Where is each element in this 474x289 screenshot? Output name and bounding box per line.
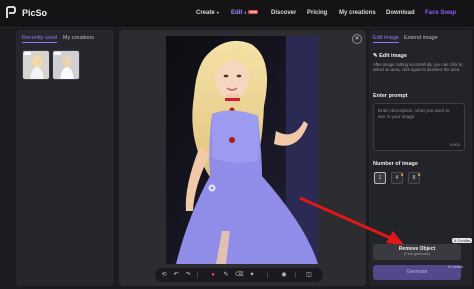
number-option-8-label: 8 <box>412 175 416 181</box>
compare-icon[interactable]: ◫ <box>305 271 313 279</box>
prompt-placeholder: Enter description, what you want to see … <box>378 108 450 119</box>
tab-my-creations[interactable]: My creations <box>63 35 94 43</box>
nav-edit-label: Edit <box>231 10 243 16</box>
remove-object-sublabel: (Fast generate) <box>404 252 430 256</box>
number-option-4[interactable]: 4 ♛ <box>391 172 404 184</box>
remove-object-button[interactable]: Remove Object (Fast generate) <box>373 244 461 260</box>
number-of-image-label: Number of image <box>373 161 418 167</box>
chevron-down-icon: ▾ <box>244 10 247 15</box>
app-name: PicSo <box>22 8 48 18</box>
right-panel-tabs: Edit image Extend image <box>373 35 438 43</box>
brush-icon[interactable]: ✎ <box>222 271 230 279</box>
nav-create[interactable]: Create ▾ <box>196 10 219 16</box>
recent-thumbnail[interactable] <box>22 50 50 80</box>
left-panel-tabs: Recently used My creations <box>22 35 94 43</box>
edit-image-title-text: Edit image <box>379 53 407 59</box>
wand-icon: ✎ <box>373 53 378 59</box>
undo-icon[interactable]: ↶ <box>172 271 180 279</box>
close-button[interactable]: ✕ <box>352 34 362 44</box>
crown-icon: ♛ <box>400 172 404 177</box>
nav-download[interactable]: Download <box>386 10 415 16</box>
reset-icon[interactable]: ⟲ <box>160 271 168 279</box>
canvas-toolbar: ⟲ ↶ ↷ ● ✎ ⌫ ✦ ◉ ◫ <box>155 268 323 282</box>
nav-my-creations[interactable]: My creations <box>339 10 376 16</box>
nav-pricing[interactable]: Pricing <box>307 10 327 16</box>
tab-recently-used[interactable]: Recently used <box>22 35 57 43</box>
number-option-4-label: 4 <box>395 175 399 181</box>
edit-hint: After image cutting successfully, you ca… <box>373 62 463 72</box>
eraser-icon[interactable]: ⌫ <box>235 271 243 279</box>
edit-image-title: ✎ Edit image <box>373 53 407 59</box>
app-logo[interactable]: PicSo <box>6 6 47 20</box>
left-panel: Recently used My creations <box>16 30 114 286</box>
nav-discover[interactable]: Discover <box>271 10 296 16</box>
remove-credits-badge: 5 Credits <box>452 238 473 243</box>
edited-image[interactable] <box>166 36 318 264</box>
picso-logo-icon <box>6 6 18 20</box>
generate-credits: 5 Credits <box>448 265 464 269</box>
tab-extend-image[interactable]: Extend image <box>404 35 438 43</box>
prompt-input[interactable]: Enter description, what you want to see … <box>373 103 465 151</box>
crown-icon: ♛ <box>417 172 421 177</box>
chevron-down-icon: ▾ <box>216 10 219 15</box>
magic-icon[interactable]: ✦ <box>248 271 256 279</box>
new-badge: new <box>248 10 259 14</box>
prompt-label: Enter prompt <box>373 93 408 99</box>
tab-edit-image[interactable]: Edit image <box>373 35 399 43</box>
recent-thumbnail[interactable] <box>52 50 80 80</box>
prompt-char-counter: 0/500 <box>449 142 460 147</box>
close-icon: ✕ <box>354 36 360 42</box>
nav-face-swap[interactable]: Face Swap <box>425 10 456 16</box>
redo-icon[interactable]: ↷ <box>184 271 192 279</box>
record-icon[interactable]: ● <box>209 271 217 279</box>
toolbar-divider <box>295 272 296 278</box>
top-navigation-bar: PicSo Create ▾ Edit ▾ new Discover Pricing … <box>0 0 474 28</box>
toolbar-divider <box>267 272 268 278</box>
nav-create-label: Create <box>196 10 215 16</box>
nav-edit[interactable]: Edit ▾ new <box>231 10 259 16</box>
brush-size-icon[interactable]: ◉ <box>280 271 288 279</box>
toolbar-divider <box>197 272 198 278</box>
number-option-8[interactable]: 8 ♛ <box>408 172 421 184</box>
number-option-1[interactable]: 1 <box>374 172 386 184</box>
